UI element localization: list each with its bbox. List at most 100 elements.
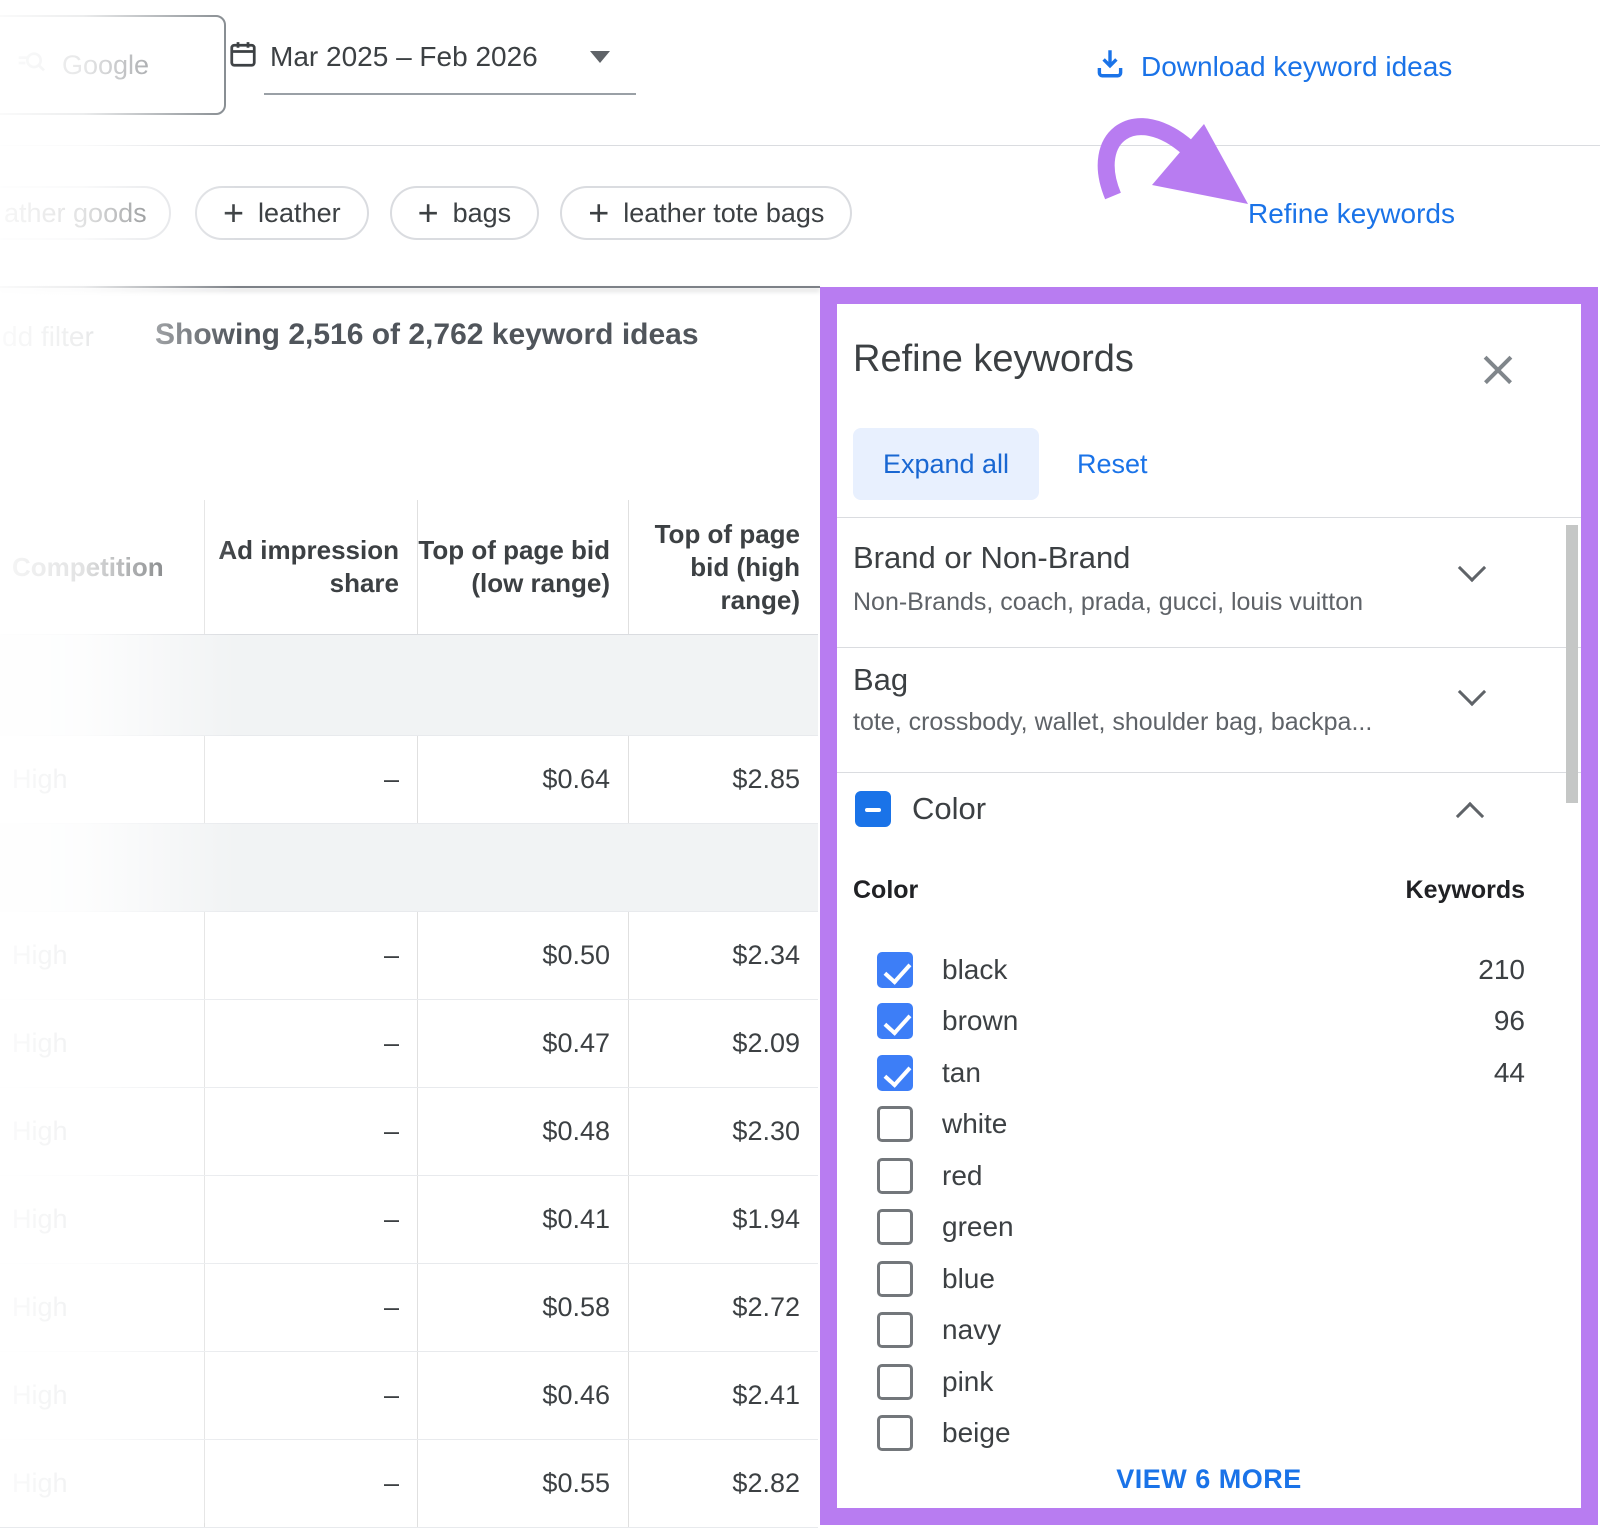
color-options-list: black210brown96tan44whiteredgreenbluenav…	[877, 944, 1525, 1459]
competition-cell: High	[0, 1352, 204, 1439]
table-header-row: Competition Ad impression share Top of p…	[0, 500, 818, 635]
column-header-top-of-page-bid-low[interactable]: Top of page bid (low range)	[417, 500, 628, 634]
color-option-count: 96	[1494, 1005, 1525, 1037]
color-option-label: beige	[942, 1417, 1011, 1449]
expand-all-label: Expand all	[883, 449, 1009, 480]
color-option-row: tan 44	[877, 1047, 1525, 1099]
bid-low-cell: $0.50	[417, 912, 628, 999]
chevron-down-icon[interactable]	[1462, 558, 1492, 588]
add-keyword-chip-bags[interactable]: bags	[390, 186, 540, 240]
column-header-top-of-page-bid-high[interactable]: Top of page bid (high range)	[628, 500, 818, 634]
table-row: High–$0.58$2.72	[0, 1264, 818, 1352]
color-option-label: blue	[942, 1263, 995, 1295]
close-icon[interactable]	[1478, 350, 1518, 390]
section-title: Brand or Non-Brand	[853, 540, 1130, 576]
date-range-selector[interactable]: Mar 2025 – Feb 2026	[228, 38, 610, 75]
unchecked-checkbox-navy[interactable]	[877, 1312, 913, 1348]
unchecked-checkbox-pink[interactable]	[877, 1364, 913, 1400]
competition-cell: High	[0, 1176, 204, 1263]
competition-cell: High	[0, 1264, 204, 1351]
color-option-label: tan	[942, 1057, 981, 1089]
ad-impression-share-cell: –	[204, 1352, 417, 1439]
color-option-row: blue	[877, 1253, 1525, 1305]
section-bag[interactable]: Bag tote, crossbody, wallet, shoulder ba…	[837, 648, 1581, 772]
expand-all-button[interactable]: Expand all	[853, 428, 1039, 500]
color-option-label: red	[942, 1160, 982, 1192]
panel-title: Refine keywords	[853, 338, 1134, 381]
keyword-ideas-table: Competition Ad impression share Top of p…	[0, 500, 818, 1528]
ad-impression-share-cell: –	[204, 736, 417, 823]
table-top-border	[0, 286, 820, 288]
color-option-label: green	[942, 1211, 1014, 1243]
color-option-row: beige	[877, 1408, 1525, 1460]
annotation-arrow	[1070, 98, 1280, 223]
color-option-label: pink	[942, 1366, 993, 1398]
unchecked-checkbox-red[interactable]	[877, 1158, 913, 1194]
unchecked-checkbox-blue[interactable]	[877, 1261, 913, 1297]
bid-low-cell: $0.58	[417, 1264, 628, 1351]
bid-high-cell: $2.30	[628, 1088, 818, 1175]
chevron-down-icon[interactable]	[1462, 682, 1492, 712]
bid-high-cell: $2.85	[628, 736, 818, 823]
bid-low-cell: $0.48	[417, 1088, 628, 1175]
add-keyword-chip-leather[interactable]: leather	[195, 186, 369, 240]
refine-keywords-panel: Refine keywords Expand all Reset Brand o…	[820, 287, 1598, 1525]
section-summary: Non-Brands, coach, prada, gucci, louis v…	[853, 588, 1363, 617]
checked-checkbox-tan[interactable]	[877, 1055, 913, 1091]
showing-count-text: Showing 2,516 of 2,762 keyword ideas	[155, 318, 699, 352]
ad-impression-share-cell: –	[204, 1176, 417, 1263]
competition-cell: High	[0, 1440, 204, 1527]
download-icon	[1093, 46, 1127, 87]
bid-low-cell: $0.41	[417, 1176, 628, 1263]
network-label: Google	[62, 50, 149, 81]
reset-button[interactable]: Reset	[1077, 449, 1148, 480]
calendar-icon	[228, 38, 258, 75]
ad-impression-share-cell: –	[204, 1088, 417, 1175]
panel-scrollbar-thumb[interactable]	[1566, 525, 1578, 803]
section-brand-or-non-brand[interactable]: Brand or Non-Brand Non-Brands, coach, pr…	[837, 518, 1581, 648]
unchecked-checkbox-green[interactable]	[877, 1209, 913, 1245]
color-section-title: Color	[912, 791, 986, 827]
section-summary: tote, crossbody, wallet, shoulder bag, b…	[853, 708, 1372, 737]
color-option-row: red	[877, 1150, 1525, 1202]
checked-checkbox-black[interactable]	[877, 952, 913, 988]
search-terms-icon	[16, 47, 48, 84]
bid-high-cell: $2.72	[628, 1264, 818, 1351]
color-section-indeterminate-checkbox[interactable]	[855, 791, 891, 827]
bid-low-cell: $0.47	[417, 1000, 628, 1087]
competition-cell: High	[0, 1000, 204, 1087]
column-header-ad-impression-share[interactable]: Ad impression share	[204, 500, 417, 634]
keywords-column-label: Keywords	[1406, 876, 1525, 905]
color-option-row: navy	[877, 1305, 1525, 1357]
competition-cell: High	[0, 736, 204, 823]
network-selector[interactable]: Google	[0, 15, 226, 115]
color-option-label: black	[942, 954, 1007, 986]
bid-high-cell: $2.41	[628, 1352, 818, 1439]
color-option-count: 210	[1478, 954, 1525, 986]
date-range-underline	[264, 93, 636, 95]
ad-impression-share-cell: –	[204, 1264, 417, 1351]
bid-high-cell: $2.09	[628, 1000, 818, 1087]
table-row: High–$0.50$2.34	[0, 912, 818, 1000]
section-title: Bag	[853, 662, 908, 698]
column-header-competition[interactable]: Competition	[0, 500, 204, 634]
view-more-link[interactable]: VIEW 6 MORE	[837, 1464, 1581, 1495]
ad-impression-share-cell: –	[204, 912, 417, 999]
checked-checkbox-brown[interactable]	[877, 1003, 913, 1039]
color-option-label: white	[942, 1108, 1007, 1140]
unchecked-checkbox-white[interactable]	[877, 1106, 913, 1142]
color-option-count: 44	[1494, 1057, 1525, 1089]
unchecked-checkbox-beige[interactable]	[877, 1415, 913, 1451]
color-option-row: green	[877, 1202, 1525, 1254]
competition-cell: High	[0, 912, 204, 999]
bid-low-cell: $0.64	[417, 736, 628, 823]
caret-down-icon	[590, 51, 610, 63]
ad-impression-share-cell: –	[204, 1000, 417, 1087]
color-option-label: navy	[942, 1314, 1001, 1346]
chevron-up-icon[interactable]	[1460, 806, 1490, 836]
bid-low-cell: $0.55	[417, 1440, 628, 1527]
download-keyword-ideas-link[interactable]: Download keyword ideas	[1093, 46, 1452, 87]
add-keyword-chip-leather-tote-bags[interactable]: leather tote bags	[560, 186, 852, 240]
keyword-chip-truncated[interactable]: ather goods	[0, 186, 171, 240]
add-filter-truncated[interactable]: dd filter	[2, 321, 94, 353]
